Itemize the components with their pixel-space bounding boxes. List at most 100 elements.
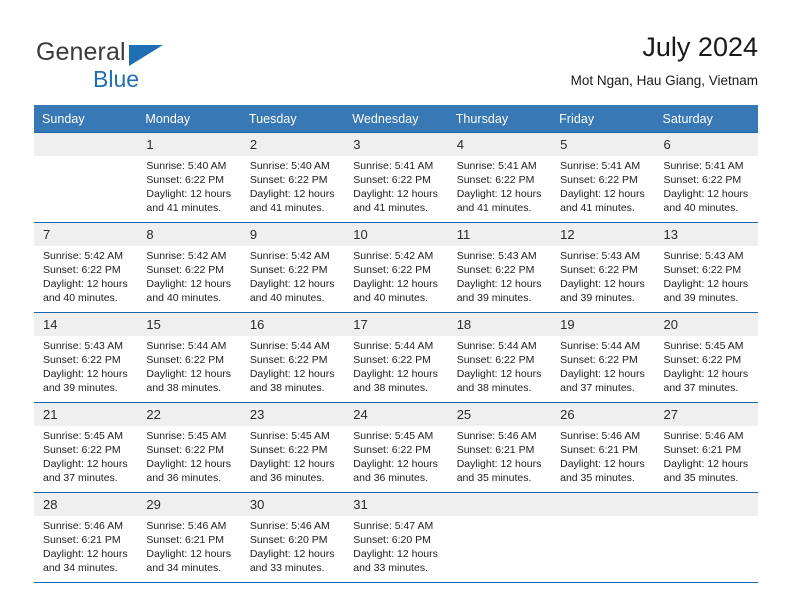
day-info-line: Sunrise: 5:41 AM bbox=[663, 160, 744, 172]
day-info-line: Daylight: 12 hours bbox=[560, 188, 645, 201]
day-info-line: Sunrise: 5:46 AM bbox=[249, 520, 330, 532]
weekday-header-sunday: Sunday bbox=[34, 105, 138, 133]
calendar-day-cell[interactable]: 13 Sunrise: 5:43 AM Sunset: 6:22 PM Dayligh… bbox=[654, 222, 758, 313]
calendar-day-cell[interactable]: 17 Sunrise: 5:44 AM Sunset: 6:22 PM Dayligh… bbox=[344, 312, 448, 403]
calendar-day-cell[interactable]: 1 Sunrise: 5:40 AM Sunset: 6:22 PM Daylight… bbox=[137, 132, 241, 223]
day-info-line: and 39 minutes. bbox=[560, 292, 635, 305]
logo-triangle-icon bbox=[129, 45, 163, 66]
calendar-day-cell[interactable]: 28 Sunrise: 5:46 AM Sunset: 6:21 PM Dayligh… bbox=[34, 492, 138, 582]
day-info-line: and 40 minutes. bbox=[43, 292, 118, 305]
day-info-line: Daylight: 12 hours bbox=[663, 188, 749, 201]
day-info-line: Sunset: 6:22 PM bbox=[43, 354, 121, 367]
calendar-day-cell[interactable]: 26 Sunrise: 5:46 AM Sunset: 6:21 PM Dayligh… bbox=[551, 402, 655, 493]
day-info-line: Daylight: 12 hours bbox=[146, 278, 232, 291]
day-sun-info: Sunrise: 5:41 AM Sunset: 6:22 PM Daylight:… bbox=[344, 156, 447, 215]
day-info-line: Daylight: 12 hours bbox=[146, 548, 232, 561]
calendar-week-row: 14 Sunrise: 5:43 AM Sunset: 6:22 PM Dayligh… bbox=[34, 312, 758, 403]
calendar-day-cell[interactable]: 19 Sunrise: 5:44 AM Sunset: 6:22 PM Dayligh… bbox=[551, 312, 655, 403]
day-info-line: Daylight: 12 hours bbox=[560, 458, 645, 471]
calendar-day-cell[interactable]: 14 Sunrise: 5:43 AM Sunset: 6:22 PM Dayligh… bbox=[34, 312, 138, 403]
day-number bbox=[34, 133, 138, 156]
calendar-day-cell[interactable]: 20 Sunrise: 5:45 AM Sunset: 6:22 PM Dayligh… bbox=[654, 312, 758, 403]
day-number: 24 bbox=[344, 403, 448, 426]
calendar-day-cell[interactable]: 10 Sunrise: 5:42 AM Sunset: 6:22 PM Dayligh… bbox=[344, 222, 448, 313]
day-sun-info: Sunrise: 5:46 AM Sunset: 6:21 PM Daylight:… bbox=[551, 426, 654, 485]
calendar-day-cell[interactable]: 12 Sunrise: 5:43 AM Sunset: 6:22 PM Dayligh… bbox=[551, 222, 655, 313]
calendar-day-cell[interactable]: 4 Sunrise: 5:41 AM Sunset: 6:22 PM Daylight… bbox=[447, 132, 552, 223]
logo-text-general: General bbox=[36, 38, 126, 66]
calendar-day-cell[interactable]: 24 Sunrise: 5:45 AM Sunset: 6:22 PM Dayligh… bbox=[344, 402, 448, 493]
day-info-line: and 37 minutes. bbox=[663, 382, 739, 395]
calendar-day-cell[interactable]: 16 Sunrise: 5:44 AM Sunset: 6:22 PM Dayligh… bbox=[240, 312, 345, 403]
day-sun-info: Sunrise: 5:44 AM Sunset: 6:22 PM Daylight:… bbox=[448, 336, 551, 395]
calendar-day-cell[interactable]: 8 Sunrise: 5:42 AM Sunset: 6:22 PM Daylight… bbox=[137, 222, 241, 313]
calendar-day-cell[interactable]: 3 Sunrise: 5:41 AM Sunset: 6:22 PM Daylight… bbox=[344, 132, 448, 223]
day-info-line: Sunset: 6:22 PM bbox=[456, 264, 535, 277]
day-number: 30 bbox=[240, 493, 345, 516]
day-info-line: Sunset: 6:22 PM bbox=[560, 264, 638, 277]
weekday-header-wednesday: Wednesday bbox=[344, 105, 448, 133]
day-number: 16 bbox=[240, 313, 345, 336]
title-block: July 2024 Mot Ngan, Hau Giang, Vietnam bbox=[571, 30, 758, 89]
day-number: 10 bbox=[344, 223, 448, 246]
day-sun-info: Sunrise: 5:44 AM Sunset: 6:22 PM Daylight:… bbox=[241, 336, 344, 395]
calendar-day-cell[interactable]: 23 Sunrise: 5:45 AM Sunset: 6:22 PM Dayligh… bbox=[240, 402, 345, 493]
calendar-cell-empty bbox=[34, 132, 138, 223]
day-info-line: Daylight: 12 hours bbox=[43, 368, 128, 381]
day-info-line: Sunset: 6:22 PM bbox=[353, 174, 431, 187]
day-info-line: Sunset: 6:22 PM bbox=[456, 354, 535, 367]
day-number: 4 bbox=[447, 133, 552, 156]
calendar-day-cell[interactable]: 27 Sunrise: 5:46 AM Sunset: 6:21 PM Dayligh… bbox=[654, 402, 758, 493]
day-info-line: Sunset: 6:21 PM bbox=[146, 534, 225, 547]
day-info-line: Sunset: 6:22 PM bbox=[146, 174, 225, 187]
calendar-day-cell[interactable]: 6 Sunrise: 5:41 AM Sunset: 6:22 PM Daylight… bbox=[654, 132, 758, 223]
calendar-day-cell[interactable]: 31 Sunrise: 5:47 AM Sunset: 6:20 PM Dayligh… bbox=[344, 492, 448, 582]
day-number bbox=[654, 493, 758, 516]
calendar-day-cell[interactable]: 18 Sunrise: 5:44 AM Sunset: 6:22 PM Dayligh… bbox=[447, 312, 552, 403]
day-info-line: and 41 minutes. bbox=[353, 202, 428, 215]
calendar-day-cell[interactable]: 21 Sunrise: 5:45 AM Sunset: 6:22 PM Dayligh… bbox=[34, 402, 138, 493]
day-info-line: Sunrise: 5:47 AM bbox=[353, 520, 434, 532]
calendar-day-cell[interactable]: 5 Sunrise: 5:41 AM Sunset: 6:22 PM Daylight… bbox=[551, 132, 655, 223]
day-info-line: Sunrise: 5:46 AM bbox=[663, 430, 744, 442]
day-info-line: and 36 minutes. bbox=[146, 472, 222, 485]
day-info-line: Daylight: 12 hours bbox=[43, 548, 128, 561]
day-info-line: Sunrise: 5:41 AM bbox=[560, 160, 641, 172]
calendar-bottom-rule bbox=[34, 582, 758, 583]
calendar-day-cell[interactable]: 22 Sunrise: 5:45 AM Sunset: 6:22 PM Dayligh… bbox=[137, 402, 241, 493]
day-info-line: and 34 minutes. bbox=[146, 562, 222, 575]
calendar-day-cell[interactable]: 11 Sunrise: 5:43 AM Sunset: 6:22 PM Dayligh… bbox=[447, 222, 552, 313]
calendar-day-cell[interactable]: 9 Sunrise: 5:42 AM Sunset: 6:22 PM Daylight… bbox=[240, 222, 345, 313]
day-info-line: Sunset: 6:22 PM bbox=[560, 354, 638, 367]
calendar-day-cell[interactable]: 2 Sunrise: 5:40 AM Sunset: 6:22 PM Daylight… bbox=[240, 132, 345, 223]
day-info-line: Sunrise: 5:40 AM bbox=[249, 160, 330, 172]
day-info-line: Sunrise: 5:40 AM bbox=[146, 160, 227, 172]
day-sun-info: Sunrise: 5:40 AM Sunset: 6:22 PM Daylight:… bbox=[241, 156, 344, 215]
day-info-line: Sunrise: 5:44 AM bbox=[353, 340, 434, 352]
day-info-line: and 40 minutes. bbox=[146, 292, 222, 305]
day-info-line: Sunrise: 5:45 AM bbox=[43, 430, 123, 442]
day-sun-info: Sunrise: 5:43 AM Sunset: 6:22 PM Daylight:… bbox=[655, 246, 758, 305]
day-info-line: Sunset: 6:22 PM bbox=[249, 354, 328, 367]
page-subtitle: Mot Ngan, Hau Giang, Vietnam bbox=[570, 73, 758, 88]
day-info-line: Sunset: 6:22 PM bbox=[353, 444, 431, 457]
day-info-line: and 41 minutes. bbox=[456, 202, 532, 215]
day-info-line: Sunrise: 5:41 AM bbox=[456, 160, 537, 172]
calendar-table: Sunday Monday Tuesday Wednesday Thursday Frid… bbox=[34, 105, 758, 582]
calendar-week-row: 1 Sunrise: 5:40 AM Sunset: 6:22 PM Daylight… bbox=[34, 132, 758, 223]
calendar-day-cell[interactable]: 29 Sunrise: 5:46 AM Sunset: 6:21 PM Dayligh… bbox=[137, 492, 241, 582]
day-info-line: Sunrise: 5:46 AM bbox=[146, 520, 227, 532]
calendar-day-cell[interactable]: 25 Sunrise: 5:46 AM Sunset: 6:21 PM Dayligh… bbox=[447, 402, 552, 493]
day-number: 27 bbox=[654, 403, 758, 426]
day-number: 23 bbox=[240, 403, 345, 426]
day-info-line: Sunrise: 5:42 AM bbox=[249, 250, 330, 262]
general-blue-logo[interactable]: General Blue bbox=[34, 30, 274, 92]
day-info-line: and 33 minutes. bbox=[353, 562, 428, 575]
day-info-line: and 41 minutes. bbox=[249, 202, 325, 215]
day-sun-info: Sunrise: 5:41 AM Sunset: 6:22 PM Daylight:… bbox=[551, 156, 654, 215]
calendar-day-cell[interactable]: 15 Sunrise: 5:44 AM Sunset: 6:22 PM Dayligh… bbox=[137, 312, 241, 403]
calendar-day-cell[interactable]: 30 Sunrise: 5:46 AM Sunset: 6:20 PM Dayligh… bbox=[240, 492, 345, 582]
day-info-line: Sunrise: 5:46 AM bbox=[456, 430, 537, 442]
calendar-day-cell[interactable]: 7 Sunrise: 5:42 AM Sunset: 6:22 PM Daylight… bbox=[34, 222, 138, 313]
calendar-week-row: 28 Sunrise: 5:46 AM Sunset: 6:21 PM Dayligh… bbox=[34, 492, 758, 582]
